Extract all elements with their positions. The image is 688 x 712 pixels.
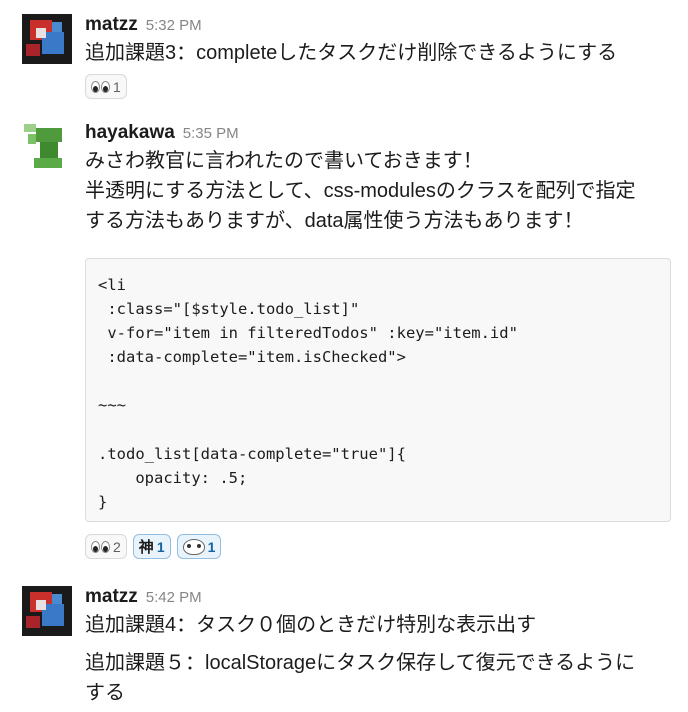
reaction-face[interactable]: 1 — [176, 534, 222, 559]
reaction-count: 1 — [156, 538, 165, 555]
author-name[interactable]: matzz — [85, 14, 138, 36]
author-name[interactable]: matzz — [85, 586, 138, 608]
reaction-bar: 2 神 1 1 — [85, 534, 674, 559]
message-text: する — [85, 682, 125, 704]
eyes-icon — [91, 80, 110, 93]
message-text: 追加課題4：タスク０個のときだけ特別な表示出す — [85, 614, 537, 636]
eyes-icon — [91, 540, 110, 553]
reaction-bar: 1 — [85, 74, 674, 99]
reaction-eyes[interactable]: 1 — [85, 74, 127, 99]
message-text: する方法もありますが、data属性使う方法もあります！ — [85, 210, 584, 232]
reaction-count: 1 — [113, 78, 121, 95]
reaction-eyes[interactable]: 2 — [85, 534, 127, 559]
message-text: みさわ教官に言われたので書いておきます！ — [85, 150, 483, 172]
message-text: 半透明にする方法として、css-modulesのクラスを配列で指定 — [85, 180, 636, 202]
code-block[interactable]: <li :class="[$style.todo_list]" v-for="i… — [85, 258, 671, 522]
author-name[interactable]: hayakawa — [85, 122, 175, 144]
avatar-matzz[interactable] — [22, 586, 72, 636]
timestamp[interactable]: 5:35 PM — [183, 125, 239, 142]
timestamp[interactable]: 5:42 PM — [146, 589, 202, 606]
message-text: 追加課題５：localStorageにタスク保存して復元できるように — [85, 652, 636, 674]
face-emoji-icon — [182, 538, 205, 555]
reaction-count: 2 — [113, 538, 121, 555]
avatar-hayakawa[interactable] — [22, 122, 72, 172]
message-text: 追加課題3：completeしたタスクだけ削除できるようにする — [85, 42, 618, 64]
reaction-count: 1 — [207, 538, 216, 555]
reaction-kami[interactable]: 神 1 — [132, 534, 171, 559]
avatar-matzz[interactable] — [22, 14, 72, 64]
kami-emoji-icon: 神 — [138, 539, 154, 556]
timestamp[interactable]: 5:32 PM — [146, 17, 202, 34]
